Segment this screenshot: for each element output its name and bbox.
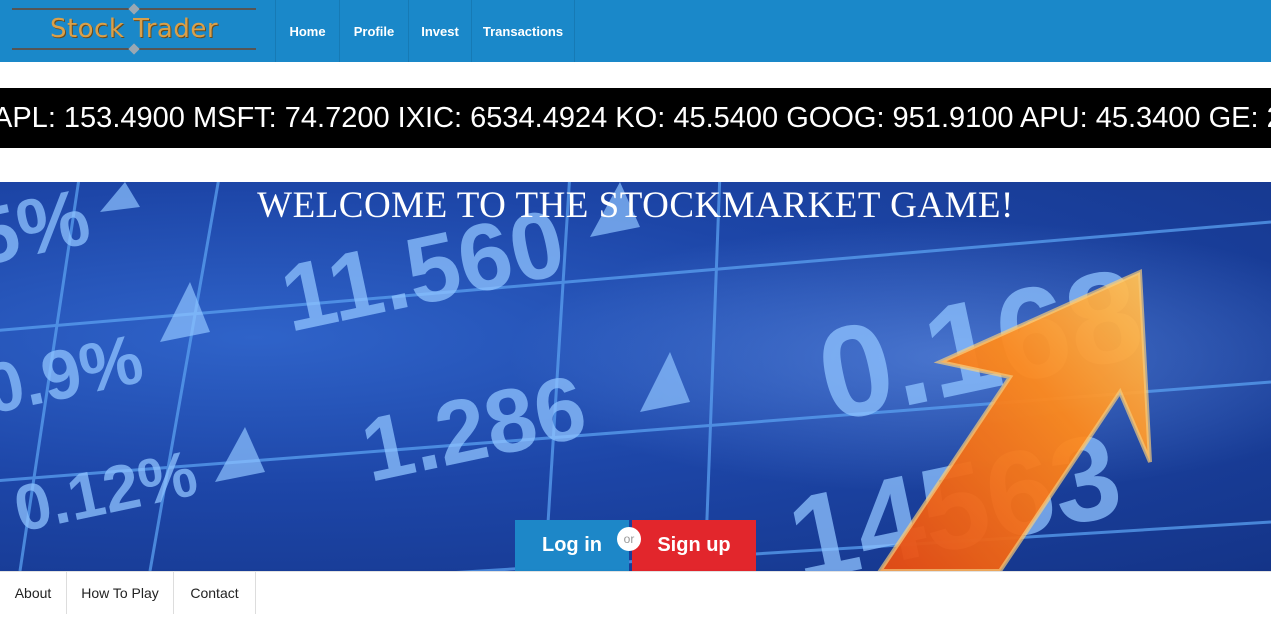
hero-title: WELCOME TO THE STOCKMARKET GAME! xyxy=(257,185,1014,226)
nav-transactions[interactable]: Transactions xyxy=(472,0,574,62)
nav-divider xyxy=(574,0,575,62)
ticker-text: APL: 153.4900 MSFT: 74.7200 IXIC: 6534.4… xyxy=(0,102,1271,134)
footer-tab-bar: About How To Play Contact xyxy=(0,571,1271,618)
logo-text: Stock Trader xyxy=(49,14,219,44)
login-button[interactable]: Log in xyxy=(515,520,629,571)
nav-profile[interactable]: Profile xyxy=(340,0,408,62)
tab-contact[interactable]: Contact xyxy=(174,572,256,614)
stock-ticker: APL: 153.4900 MSFT: 74.7200 IXIC: 6534.4… xyxy=(0,88,1271,148)
tab-about[interactable]: About xyxy=(0,572,67,614)
stock-board-background: 5% 11.560 0.9% 1.286 0.12% 0.168 14563 xyxy=(0,182,1271,571)
tab-how-to-play[interactable]: How To Play xyxy=(67,572,174,614)
hero-banner: 5% 11.560 0.9% 1.286 0.12% 0.168 14563 W… xyxy=(0,182,1271,571)
or-separator: or xyxy=(617,527,641,551)
nav-home[interactable]: Home xyxy=(276,0,339,62)
logo-ornament xyxy=(128,43,140,55)
signup-button[interactable]: Sign up xyxy=(632,520,756,571)
nav-invest[interactable]: Invest xyxy=(409,0,471,62)
stock-trader-logo[interactable]: Stock Trader xyxy=(12,3,256,55)
top-navbar: Stock Trader Home Profile Invest Transac… xyxy=(0,0,1271,62)
logo-ornament xyxy=(128,3,140,15)
